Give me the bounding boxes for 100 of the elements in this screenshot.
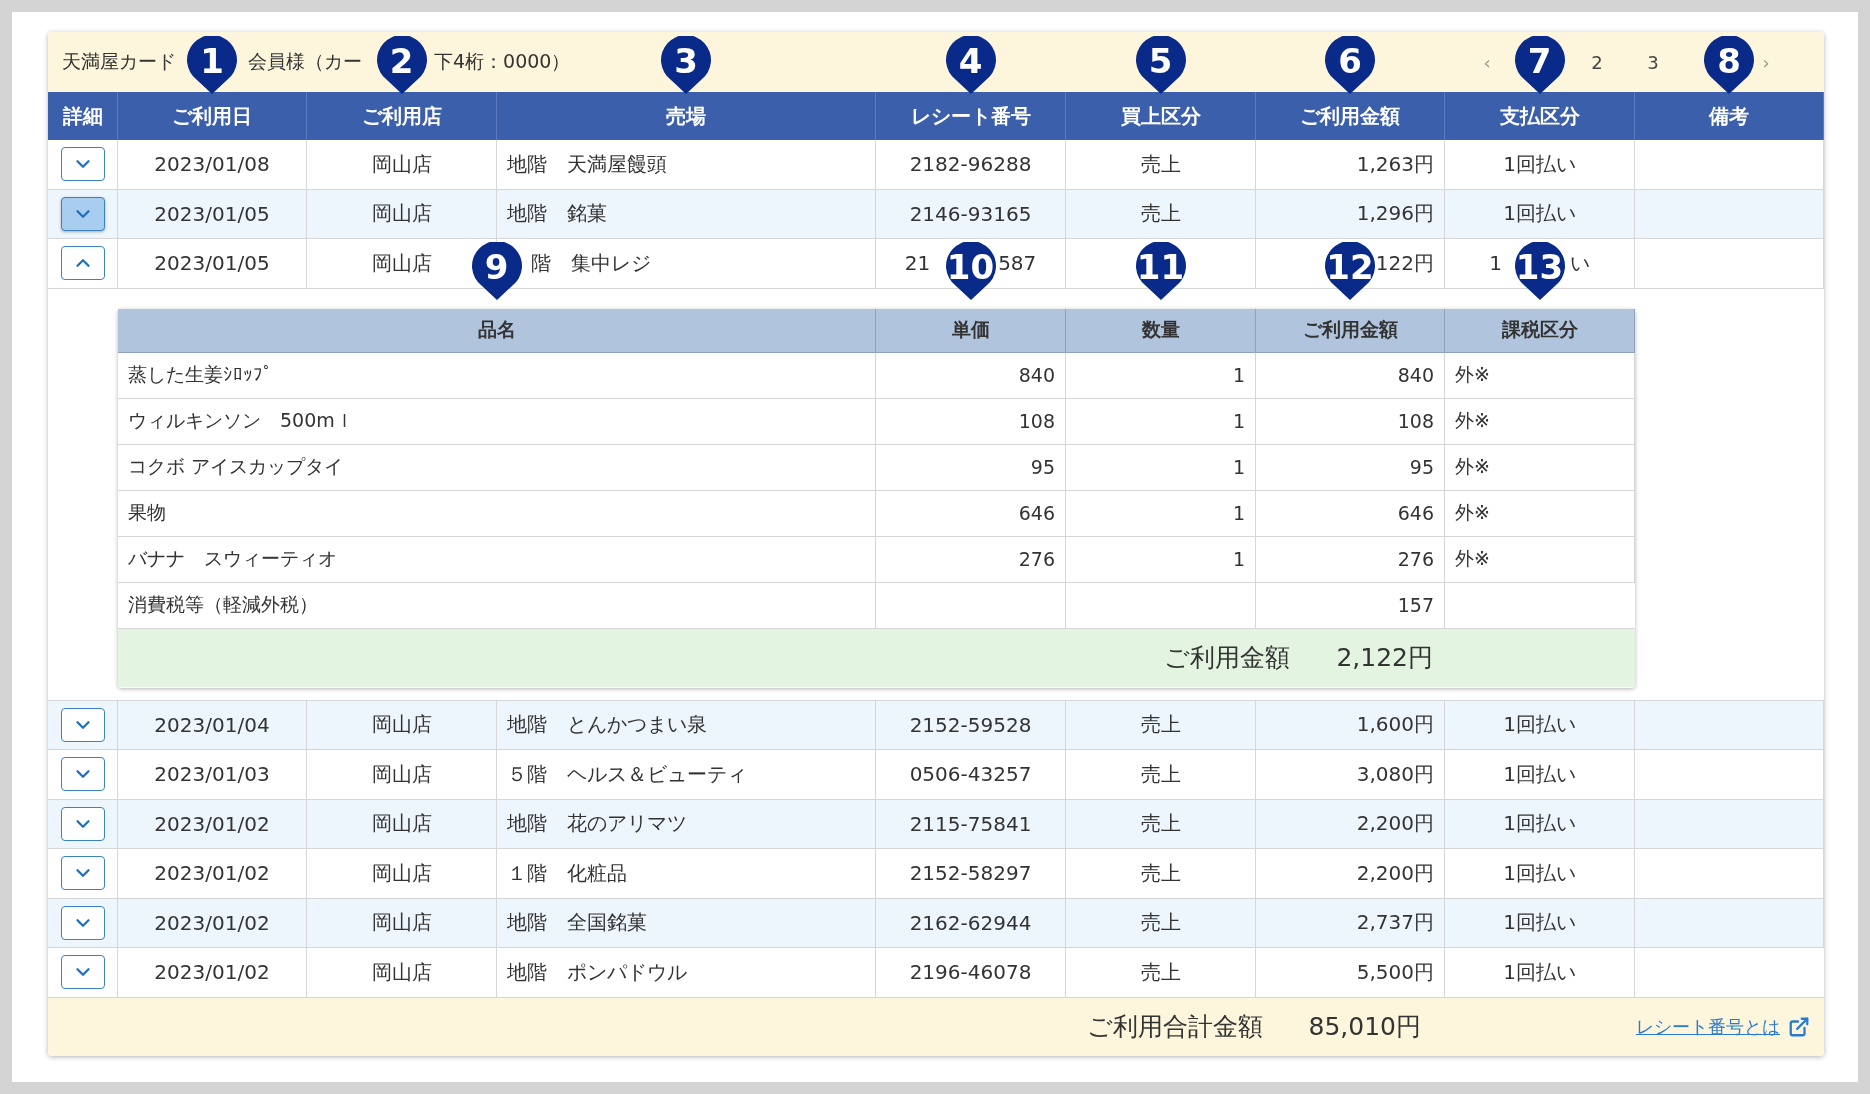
payment-type-text: 1回払い (1503, 200, 1576, 228)
receipt-number-text: 21 (904, 251, 931, 276)
tax-type-text: 外※ (1455, 500, 1490, 525)
total-value: 2,122円 (1336, 642, 1433, 674)
total-label: ご利用金額 (1164, 642, 1291, 674)
date-text: 2023/01/05 (154, 201, 270, 226)
amount-text: 122円 (1375, 249, 1434, 277)
section-text: １階 化粧品 (507, 859, 627, 887)
item-name-text: バナナ スウィーティオ (128, 546, 337, 571)
date-text: 2023/01/02 (154, 811, 270, 836)
receipt-number-text: 2115-75841 (909, 811, 1032, 836)
amount-text: 5,500円 (1356, 958, 1434, 986)
purchase-type-text: 売上 (1140, 810, 1181, 838)
unit-price-text: 646 (1018, 502, 1055, 524)
expand-toggle-button[interactable] (60, 806, 105, 841)
tax-type-text: 外※ (1455, 546, 1490, 571)
amount-text: 2,200円 (1356, 859, 1434, 887)
expand-toggle-button[interactable] (60, 905, 105, 940)
amount-text: 1,296円 (1356, 200, 1434, 228)
tax-type-text: 外※ (1455, 362, 1490, 387)
section-text: 階 集中レジ (531, 249, 651, 277)
item-name-text: 果物 (128, 500, 166, 525)
payment-type-text: 1回払い (1503, 711, 1576, 739)
page-arrow-link[interactable]: ‹ (1459, 51, 1515, 73)
date-text: 2023/01/02 (154, 910, 270, 935)
quantity-text: 1 (1232, 502, 1245, 524)
unit-price-text: 95 (1030, 456, 1055, 478)
section-text: 地階 花のアリマツ (507, 810, 687, 838)
payment-type-text: 1 (1489, 251, 1502, 276)
section-text: ５階 ヘルス＆ビューティ (507, 760, 747, 788)
amount-text: 646 (1397, 502, 1434, 524)
grand-total-value: 85,010円 (1308, 1011, 1421, 1043)
store-text: 岡山店 (371, 760, 432, 788)
amount-text: 276 (1397, 548, 1434, 570)
section-text: 地階 ポンパドウル (507, 958, 687, 986)
store-text: 岡山店 (371, 958, 432, 986)
unit-price-text: 840 (1018, 364, 1055, 386)
amount-text: 3,080円 (1356, 760, 1434, 788)
receipt-number-text: 0506-43257 (909, 762, 1032, 787)
purchase-type-text: 売上 (1140, 909, 1181, 937)
expand-toggle-button[interactable] (60, 147, 105, 182)
store-text: 岡山店 (371, 249, 432, 277)
page-link[interactable]: 2 (1569, 51, 1625, 73)
payment-type-text: い (1569, 249, 1590, 277)
item-name-text: ウィルキンソン 500mｌ (128, 408, 354, 433)
expand-toggle-button[interactable] (60, 856, 105, 891)
grand-total-label: ご利用合計金額 (1086, 1011, 1263, 1043)
expand-toggle-button[interactable] (60, 955, 105, 990)
receipt-number-text: 2152-59528 (909, 712, 1032, 737)
page-link[interactable]: 3 (1625, 51, 1681, 73)
expand-toggle-button[interactable] (60, 707, 105, 742)
unit-price-text: 108 (1018, 410, 1055, 432)
section-text: 地階 銘菓 (507, 200, 607, 228)
item-name-text: コクボ アイスカップタイ (128, 454, 344, 479)
purchase-type-text: 売上 (1140, 760, 1181, 788)
amount-text: 108 (1397, 410, 1434, 432)
store-text: 岡山店 (371, 150, 432, 178)
receipt-number-text: 2182-96288 (909, 152, 1032, 177)
receipt-number-text: 2146-93165 (909, 201, 1032, 226)
store-text: 岡山店 (371, 909, 432, 937)
card-holder-text: 天満屋カード (62, 49, 176, 74)
receipt-number-text: 2196-46078 (909, 960, 1032, 985)
item-name-text: 消費税等（軽減外税） (128, 592, 318, 617)
quantity-text: 1 (1232, 548, 1245, 570)
amount-text: 95 (1409, 456, 1434, 478)
payment-type-text: 1回払い (1503, 760, 1576, 788)
unit-price-text: 276 (1018, 548, 1055, 570)
card-holder-text: 下4桁：0000） (434, 49, 571, 74)
receipt-help-link[interactable]: レシート番号とは (1636, 1014, 1810, 1039)
date-text: 2023/01/02 (154, 960, 270, 985)
date-text: 2023/01/03 (154, 762, 270, 787)
date-text: 2023/01/04 (154, 712, 270, 737)
store-text: 岡山店 (371, 810, 432, 838)
external-link-icon (1788, 1015, 1810, 1038)
quantity-text: 1 (1232, 364, 1245, 386)
amount-text: 840 (1397, 364, 1434, 386)
receipt-number-text: 2162-62944 (909, 910, 1032, 935)
quantity-text: 1 (1232, 456, 1245, 478)
amount-text: 1,600円 (1356, 711, 1434, 739)
amount-text: 2,200円 (1356, 810, 1434, 838)
amount-text: 2,737円 (1356, 909, 1434, 937)
tax-type-text: 外※ (1455, 408, 1490, 433)
amount-text: 157 (1397, 594, 1434, 616)
receipt-number-text: 587 (998, 251, 1037, 276)
expand-toggle-button[interactable] (60, 196, 105, 231)
section-text: 地階 とんかつまい泉 (507, 711, 707, 739)
expand-toggle-button[interactable] (60, 246, 105, 281)
section-text: 地階 天満屋饅頭 (507, 150, 667, 178)
tax-type-text: 外※ (1455, 454, 1490, 479)
store-text: 岡山店 (371, 711, 432, 739)
purchase-type-text: 売上 (1140, 200, 1181, 228)
store-text: 岡山店 (371, 200, 432, 228)
receipt-number-text: 2152-58297 (909, 861, 1032, 886)
payment-type-text: 1回払い (1503, 909, 1576, 937)
purchase-type-text: 売上 (1140, 150, 1181, 178)
date-text: 2023/01/02 (154, 861, 270, 886)
column-header: 詳細 (48, 92, 118, 140)
card-holder-text: 会員様（カー (248, 49, 362, 74)
payment-type-text: 1回払い (1503, 150, 1576, 178)
expand-toggle-button[interactable] (60, 757, 105, 792)
